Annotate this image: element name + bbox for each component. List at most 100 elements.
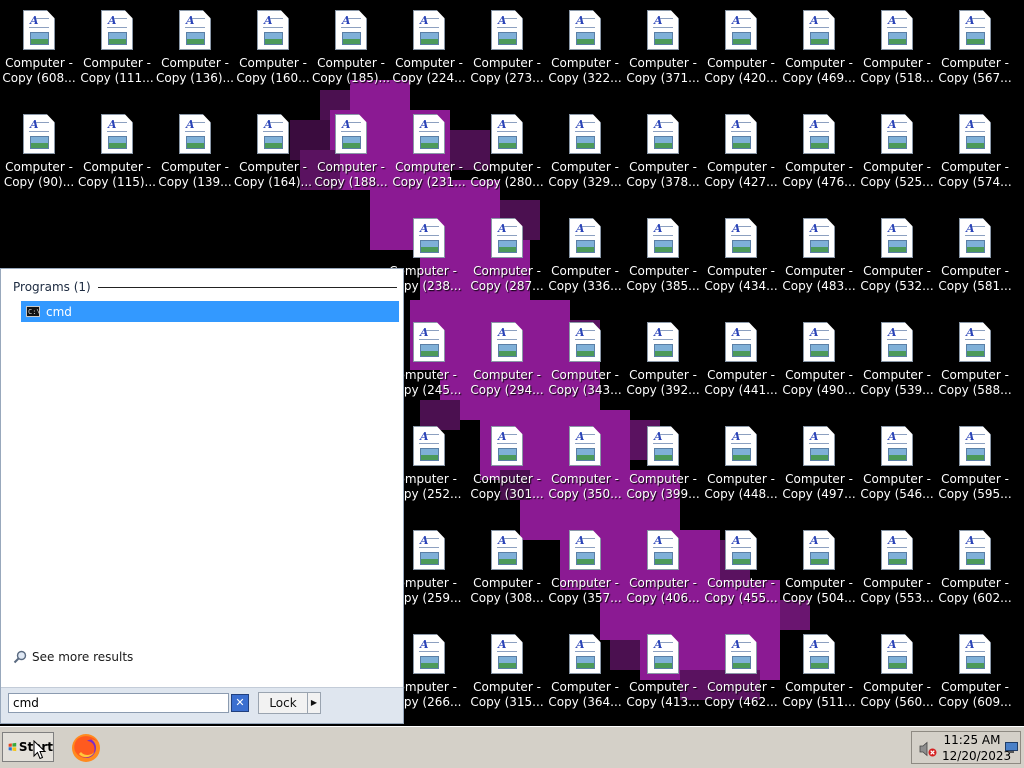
show-desktop-icon[interactable] <box>1005 742 1018 753</box>
lock-button[interactable]: Lock <box>258 692 308 714</box>
desktop-icon[interactable]: A Computer - Copy (546... <box>858 416 936 520</box>
desktop-icon[interactable]: A Computer - Copy (301... <box>468 416 546 520</box>
desktop-icon[interactable]: A Computer - Copy (111... <box>78 0 156 104</box>
start-menu-bottom-bar: ✕ Lock ▶ <box>1 687 403 723</box>
icon-label-line1: Computer - <box>941 576 1009 590</box>
icon-label-line2: Copy (462... <box>704 695 778 709</box>
desktop-icon[interactable]: A Computer - Copy (560... <box>858 624 936 728</box>
desktop-icon[interactable]: A Computer - Copy (115)... <box>78 104 156 208</box>
clear-search-icon[interactable]: ✕ <box>231 694 249 712</box>
firefox-icon[interactable] <box>70 732 102 764</box>
icon-label-line2: Copy (497... <box>782 487 856 501</box>
desktop-icon[interactable]: A Computer - Copy (595... <box>936 416 1014 520</box>
document-icon: A <box>413 10 445 50</box>
desktop-icon[interactable]: A Computer - Copy (427... <box>702 104 780 208</box>
desktop-icon[interactable]: A Computer - Copy (322... <box>546 0 624 104</box>
desktop-icon[interactable]: A Computer - Copy (448... <box>702 416 780 520</box>
document-icon: A <box>413 530 445 570</box>
desktop-icon[interactable]: A Computer - Copy (588... <box>936 312 1014 416</box>
desktop-icon[interactable]: A Computer - Copy (406... <box>624 520 702 624</box>
desktop-icon[interactable]: A Computer - Copy (567... <box>936 0 1014 104</box>
icon-label-line2: Copy (434... <box>704 279 778 293</box>
document-icon: A <box>491 322 523 362</box>
document-icon: A <box>569 322 601 362</box>
document-icon: A <box>491 114 523 154</box>
desktop-icon[interactable]: A Computer - Copy (462... <box>702 624 780 728</box>
icon-label-line1: Computer - <box>785 576 853 590</box>
desktop-icon-label: Computer - Copy (588... <box>936 368 1014 398</box>
desktop-icon[interactable]: A Computer - Copy (553... <box>858 520 936 624</box>
desktop-icon[interactable]: A Computer - Copy (315... <box>468 624 546 728</box>
desktop-icon[interactable]: A Computer - Copy (469... <box>780 0 858 104</box>
desktop-icon[interactable]: A Computer - Copy (231... <box>390 104 468 208</box>
desktop-icon[interactable]: A Computer - Copy (164)... <box>234 104 312 208</box>
desktop-icon[interactable]: A Computer - Copy (420... <box>702 0 780 104</box>
desktop-icon[interactable]: A Computer - Copy (185)... <box>312 0 390 104</box>
desktop-icon[interactable]: A Computer - Copy (90)... <box>0 104 78 208</box>
desktop-icon[interactable]: A Computer - Copy (308... <box>468 520 546 624</box>
desktop-icon[interactable]: A Computer - Copy (224... <box>390 0 468 104</box>
desktop-icon[interactable]: A Computer - Copy (483... <box>780 208 858 312</box>
volume-muted-icon[interactable] <box>919 741 937 757</box>
desktop-icon[interactable]: A Computer - Copy (602... <box>936 520 1014 624</box>
desktop-icon[interactable]: A Computer - Copy (525... <box>858 104 936 208</box>
desktop-icon[interactable]: A Computer - Copy (455... <box>702 520 780 624</box>
desktop-icon[interactable]: A Computer - Copy (385... <box>624 208 702 312</box>
desktop-icon[interactable]: A Computer - Copy (504... <box>780 520 858 624</box>
icon-label-line2: Copy (441... <box>704 383 778 397</box>
desktop-icon[interactable]: A Computer - Copy (608... <box>0 0 78 104</box>
shutdown-options-arrow[interactable]: ▶ <box>307 692 321 714</box>
desktop-icon[interactable]: A Computer - Copy (378... <box>624 104 702 208</box>
search-result-cmd[interactable]: C:\ cmd <box>21 301 399 322</box>
desktop-icon[interactable]: A Computer - Copy (392... <box>624 312 702 416</box>
desktop-icon[interactable]: A Computer - Copy (399... <box>624 416 702 520</box>
desktop-icon[interactable]: A Computer - Copy (294... <box>468 312 546 416</box>
desktop-icon[interactable]: A Computer - Copy (441... <box>702 312 780 416</box>
cmd-icon: C:\ <box>26 306 40 317</box>
icon-label-line1: Computer - <box>551 680 619 694</box>
desktop-icon[interactable]: A Computer - Copy (280... <box>468 104 546 208</box>
document-icon: A <box>725 114 757 154</box>
icon-label-line2: Copy (280... <box>470 175 544 189</box>
desktop-icon[interactable]: A Computer - Copy (357... <box>546 520 624 624</box>
desktop-icon[interactable]: A Computer - Copy (160... <box>234 0 312 104</box>
desktop-icon[interactable]: A Computer - Copy (476... <box>780 104 858 208</box>
desktop-icon[interactable]: A Computer - Copy (581... <box>936 208 1014 312</box>
desktop-icon[interactable]: A Computer - Copy (273... <box>468 0 546 104</box>
desktop-icon[interactable]: A Computer - Copy (609... <box>936 624 1014 728</box>
see-more-results-link[interactable]: See more results <box>13 650 133 664</box>
desktop-icon[interactable]: A Computer - Copy (188... <box>312 104 390 208</box>
desktop-icon[interactable]: A Computer - Copy (329... <box>546 104 624 208</box>
desktop-icon[interactable]: A Computer - Copy (511... <box>780 624 858 728</box>
clock-time[interactable]: 11:25 AM <box>942 733 1002 747</box>
desktop-icon[interactable]: A Computer - Copy (532... <box>858 208 936 312</box>
desktop-icon[interactable]: A Computer - Copy (371... <box>624 0 702 104</box>
desktop-icon[interactable]: A Computer - Copy (434... <box>702 208 780 312</box>
document-icon: A <box>803 530 835 570</box>
icon-label-line1: Computer - <box>863 264 931 278</box>
document-icon: A <box>335 114 367 154</box>
desktop-icon[interactable]: A Computer - Copy (364... <box>546 624 624 728</box>
desktop-icon[interactable]: A Computer - Copy (539... <box>858 312 936 416</box>
document-icon: A <box>959 530 991 570</box>
clock-date[interactable]: 12/20/2023 <box>942 749 1011 763</box>
desktop-icon[interactable]: A Computer - Copy (574... <box>936 104 1014 208</box>
desktop-icon[interactable]: A Computer - Copy (490... <box>780 312 858 416</box>
icon-label-line1: Computer - <box>863 680 931 694</box>
desktop-icon[interactable]: A Computer - Copy (350... <box>546 416 624 520</box>
icon-label-line2: Copy (385... <box>626 279 700 293</box>
desktop-icon[interactable]: A Computer - Copy (413... <box>624 624 702 728</box>
desktop-icon[interactable]: A Computer - Copy (518... <box>858 0 936 104</box>
icon-label-line1: Computer - <box>551 368 619 382</box>
start-search-input[interactable] <box>8 693 229 713</box>
document-icon: A <box>803 114 835 154</box>
desktop-icon-label: Computer - Copy (497... <box>780 472 858 502</box>
icon-label-line2: Copy (525... <box>860 175 934 189</box>
desktop-icon[interactable]: A Computer - Copy (497... <box>780 416 858 520</box>
desktop-icon[interactable]: A Computer - Copy (287... <box>468 208 546 312</box>
desktop-icon[interactable]: A Computer - Copy (336... <box>546 208 624 312</box>
desktop-icon[interactable]: A Computer - Copy (139... <box>156 104 234 208</box>
desktop-icon[interactable]: A Computer - Copy (136)... <box>156 0 234 104</box>
desktop-icon[interactable]: A Computer - Copy (343... <box>546 312 624 416</box>
icon-label-line1: Computer - <box>941 264 1009 278</box>
